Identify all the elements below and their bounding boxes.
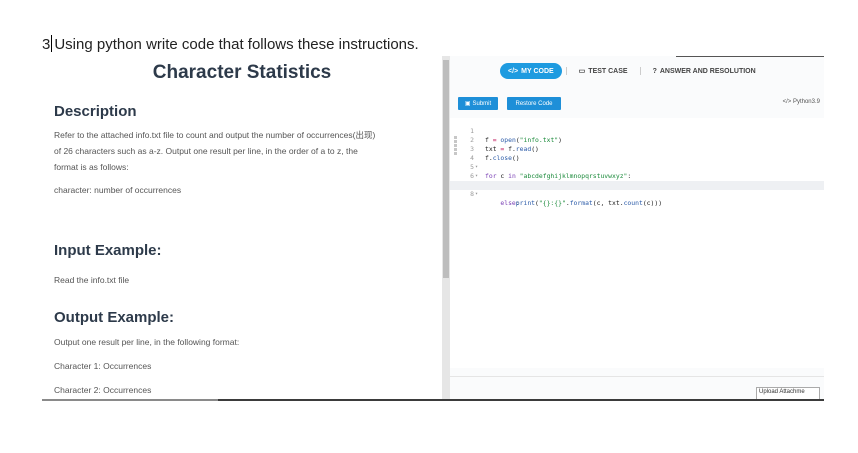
input-example-text: Read the info.txt file xyxy=(54,275,130,285)
description-line: of 26 characters such as a-z. Output one… xyxy=(54,146,358,156)
restore-label: Restore Code xyxy=(515,100,553,107)
code-line: 3 f.close() xyxy=(450,136,824,162)
editor-toolbar: ▣ Submit Restore Code </> Python3.9 xyxy=(450,97,824,110)
tab-separator xyxy=(565,67,567,75)
tab-label: MY CODE xyxy=(521,67,554,75)
submit-label: Submit xyxy=(472,100,492,107)
code-line: 6 continue xyxy=(450,163,824,189)
tab-bar: </> MY CODE ▭ TEST CASE ? ANSWER AND RES… xyxy=(500,62,810,80)
problem-panel: Character Statistics Description Refer t… xyxy=(42,56,442,399)
restore-code-button[interactable]: Restore Code xyxy=(507,97,561,110)
input-example-heading: Input Example: xyxy=(54,242,162,259)
tab-test-case[interactable]: ▭ TEST CASE xyxy=(571,63,636,79)
code-line: 4 ▾ for c in "abcdefghijklmnopqrstuvwxyz… xyxy=(450,145,824,180)
output-example-text: Output one result per line, in the follo… xyxy=(54,337,240,347)
description-heading: Description xyxy=(54,103,137,120)
code-icon: </> xyxy=(508,67,519,75)
tab-label: TEST CASE xyxy=(588,67,628,75)
coding-screenshot: Character Statistics Description Refer t… xyxy=(42,56,824,401)
bottom-border-segment xyxy=(42,399,218,401)
panel-scrollbar[interactable] xyxy=(442,56,450,399)
question-number: 3 xyxy=(42,36,51,53)
terminal-icon: ▭ xyxy=(578,68,586,75)
question-icon: ? xyxy=(652,67,657,75)
bottom-border xyxy=(42,399,824,401)
code-icon: </> xyxy=(782,99,792,105)
code-line: 5 ▾ if txt.count(c)==0: xyxy=(450,154,824,189)
text-cursor xyxy=(51,35,53,52)
question-body: Using python write code that follows the… xyxy=(54,36,419,53)
tab-label: ANSWER AND RESOLUTION xyxy=(659,67,756,75)
code-panel: </> MY CODE ▭ TEST CASE ? ANSWER AND RES… xyxy=(450,56,824,399)
divider xyxy=(450,376,824,377)
description-text: Refer to the attached info.txt file to c… xyxy=(54,127,434,175)
submit-button[interactable]: ▣ Submit xyxy=(458,97,498,110)
save-icon: ▣ xyxy=(464,101,471,107)
output-example-heading: Output Example: xyxy=(54,309,175,326)
code-editor[interactable]: 1 f = open("info.txt") 2 txt = f.read() … xyxy=(450,118,824,368)
scrollbar-thumb[interactable] xyxy=(443,60,449,278)
code-line: 1 f = open("info.txt") xyxy=(450,118,824,144)
code-line: 7 ▾ else: xyxy=(450,172,824,207)
upload-attachment-button[interactable]: Upload Attachme xyxy=(756,387,820,399)
divider xyxy=(676,56,824,57)
problem-title: Character Statistics xyxy=(152,62,332,83)
code-line: 2 txt = f.read() xyxy=(450,127,824,153)
code-line-active: 8 print("{}:{}".format(c, txt.count(c))) xyxy=(450,181,824,207)
output-example-line: Character 1: Occurrences xyxy=(54,361,152,371)
tab-my-code[interactable]: </> MY CODE xyxy=(500,63,562,79)
language-selector[interactable]: </> Python3.9 xyxy=(783,99,820,105)
line-number: 8 xyxy=(470,190,474,198)
description-line: format is as follows: xyxy=(54,162,129,172)
tab-answer-resolution[interactable]: ? ANSWER AND RESOLUTION xyxy=(645,63,764,79)
format-line: character: number of occurrences xyxy=(54,185,182,195)
output-example-line: Character 2: Occurrences xyxy=(54,385,152,395)
tab-separator xyxy=(639,67,641,75)
code-text: print("{}:{}".format(c, txt.count(c))) xyxy=(515,199,663,207)
language-label: Python3.9 xyxy=(792,99,820,105)
question-text: 3 Using python write code that follows th… xyxy=(42,35,419,53)
description-line: Refer to the attached info.txt file to c… xyxy=(54,130,376,140)
